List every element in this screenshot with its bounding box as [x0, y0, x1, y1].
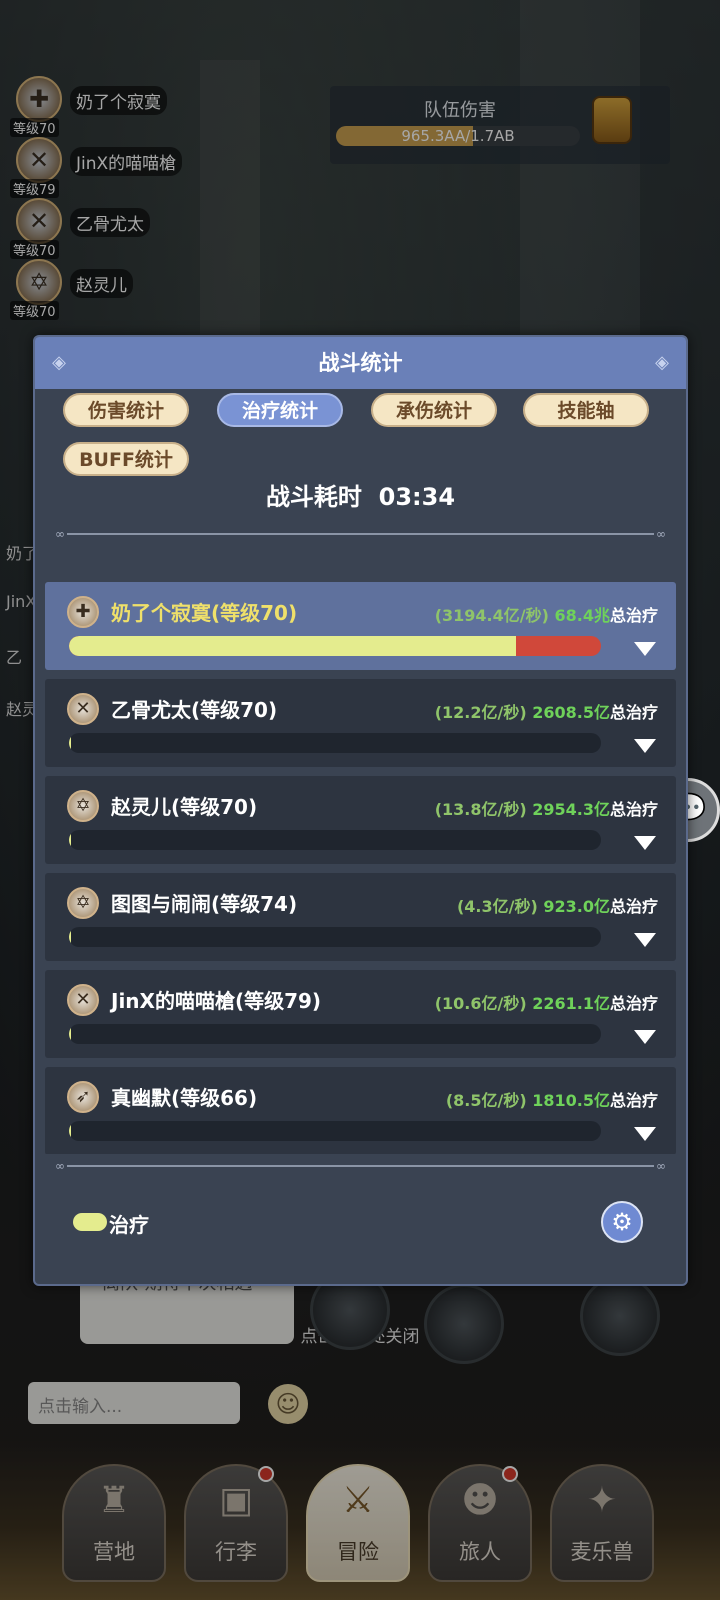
expand-arrow-icon[interactable] [634, 1030, 656, 1044]
divider: ∞ ∞ [55, 1159, 666, 1173]
player-name: 真幽默(等级66) [111, 1086, 258, 1110]
star-class-icon: ✡ [67, 887, 99, 919]
heal-bar-fill [69, 927, 72, 947]
heal-bar [69, 1121, 601, 1141]
settings-button[interactable]: ⚙ [601, 1201, 643, 1243]
player-name: 图图与闹闹(等级74) [111, 892, 298, 916]
heal-stats: (3194.4亿/秒) 68.4兆总治疗 [435, 602, 658, 626]
tab-skill-timeline[interactable]: 技能轴 [523, 393, 649, 427]
player-name: 赵灵儿(等级70) [111, 795, 258, 819]
gear-icon: ⚙ [611, 1208, 633, 1236]
battle-duration: 战斗耗时 03:34 [35, 477, 686, 512]
heal-bar [69, 927, 601, 947]
diamond-ornament-icon: ◈ [52, 352, 66, 373]
heal-stats: (4.3亿/秒) 923.0亿总治疗 [457, 893, 658, 917]
heal-rate: (13.8亿/秒) [434, 800, 527, 819]
heal-bar [69, 830, 601, 850]
heal-rate: (10.6亿/秒) [434, 994, 527, 1013]
tab-damage-taken-stats[interactable]: 承伤统计 [371, 393, 497, 427]
duration-label: 战斗耗时 [265, 483, 362, 511]
heal-stats: (8.5亿/秒) 1810.5亿总治疗 [446, 1087, 658, 1111]
divider-end: ∞ [55, 527, 65, 541]
tab-damage-stats[interactable]: 伤害统计 [63, 393, 189, 427]
heal-class-icon: ✚ [67, 596, 99, 628]
heal-bar-fill [69, 636, 516, 656]
legend-label: 治疗 [109, 1213, 149, 1237]
heal-total-label: 总治疗 [609, 1091, 658, 1110]
heal-total: 923.0亿 [543, 897, 610, 916]
divider-line [67, 533, 654, 535]
heal-bar [69, 733, 601, 753]
heal-total: 2608.5亿 [532, 703, 610, 722]
heal-bar [69, 636, 601, 656]
heal-stats: (12.2亿/秒) 2608.5亿总治疗 [435, 699, 658, 723]
heal-total: 2954.3亿 [532, 800, 610, 819]
expand-arrow-icon[interactable] [634, 642, 656, 656]
heal-stats: (10.6亿/秒) 2261.1亿总治疗 [435, 990, 658, 1014]
expand-arrow-icon[interactable] [634, 1127, 656, 1141]
list-item[interactable]: ✡ 图图与闹闹(等级74) (4.3亿/秒) 923.0亿总治疗 [45, 873, 676, 961]
divider-end: ∞ [55, 1159, 65, 1173]
heal-total-label: 总治疗 [609, 897, 658, 916]
player-name: 奶了个寂寞(等级70) [111, 601, 298, 625]
heal-total: 1810.5亿 [532, 1091, 610, 1110]
heal-total-label: 总治疗 [609, 994, 658, 1013]
divider-end: ∞ [656, 527, 666, 541]
expand-arrow-icon[interactable] [634, 739, 656, 753]
heal-total-label: 总治疗 [609, 703, 658, 722]
legend-swatch [73, 1213, 107, 1231]
list-item[interactable]: ➶ 真幽默(等级66) (8.5亿/秒) 1810.5亿总治疗 [45, 1067, 676, 1154]
heal-bar-fill [69, 830, 72, 850]
heal-rate: (4.3亿/秒) [456, 897, 538, 916]
heal-total-label: 总治疗 [609, 606, 658, 625]
heal-ranking-list[interactable]: ✚ 奶了个寂寞(等级70) (3194.4亿/秒) 68.4兆总治疗 ✕ 乙骨尤… [45, 582, 676, 1154]
tab-buff-stats[interactable]: BUFF统计 [63, 442, 189, 476]
heal-total: 68.4兆 [554, 606, 610, 625]
bow-class-icon: ➶ [67, 1081, 99, 1113]
heal-total-label: 总治疗 [609, 800, 658, 819]
star-class-icon: ✡ [67, 790, 99, 822]
sword-class-icon: ✕ [67, 693, 99, 725]
sword-class-icon: ✕ [67, 984, 99, 1016]
heal-total: 2261.1亿 [532, 994, 610, 1013]
heal-bar [69, 1024, 601, 1044]
heal-bar-fill [69, 1121, 72, 1141]
heal-stats: (13.8亿/秒) 2954.3亿总治疗 [435, 796, 658, 820]
expand-arrow-icon[interactable] [634, 933, 656, 947]
divider: ∞ ∞ [55, 527, 666, 541]
heal-rate: (3194.4亿/秒) [434, 606, 549, 625]
heal-bar-fill [69, 1024, 72, 1044]
tab-heal-stats[interactable]: 治疗统计 [217, 393, 343, 427]
player-name: 乙骨尤太(等级70) [111, 698, 278, 722]
heal-bar-fill [69, 733, 72, 753]
divider-line [67, 1165, 654, 1167]
expand-arrow-icon[interactable] [634, 836, 656, 850]
modal-title: 战斗统计 [318, 351, 403, 375]
list-item[interactable]: ✡ 赵灵儿(等级70) (13.8亿/秒) 2954.3亿总治疗 [45, 776, 676, 864]
heal-rate: (8.5亿/秒) [445, 1091, 527, 1110]
list-item[interactable]: ✕ 乙骨尤太(等级70) (12.2亿/秒) 2608.5亿总治疗 [45, 679, 676, 767]
modal-header: ◈ 战斗统计 ◈ [35, 337, 686, 389]
diamond-ornament-icon: ◈ [655, 352, 669, 373]
divider-end: ∞ [656, 1159, 666, 1173]
player-name: JinX的喵喵槍(等级79) [111, 989, 322, 1013]
heal-rate: (12.2亿/秒) [434, 703, 527, 722]
battle-stats-modal: ◈ 战斗统计 ◈ 伤害统计 治疗统计 承伤统计 技能轴 BUFF统计 战斗耗时 … [33, 335, 688, 1286]
duration-value: 03:34 [378, 483, 456, 511]
list-item[interactable]: ✚ 奶了个寂寞(等级70) (3194.4亿/秒) 68.4兆总治疗 [45, 582, 676, 670]
list-item[interactable]: ✕ JinX的喵喵槍(等级79) (10.6亿/秒) 2261.1亿总治疗 [45, 970, 676, 1058]
